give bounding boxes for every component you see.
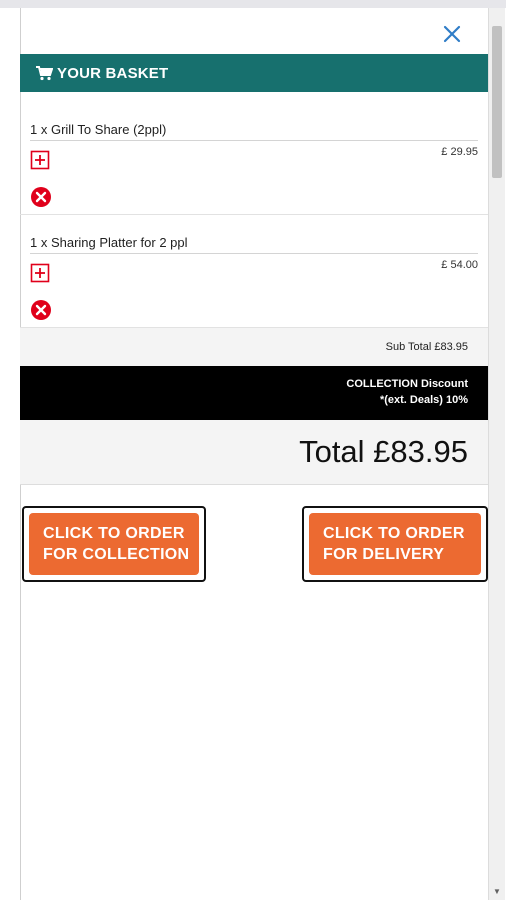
subtotal-row: Sub Total £83.95	[20, 328, 488, 366]
basket-header: YOUR BASKET	[20, 54, 488, 92]
total-row: Total £83.95	[20, 420, 488, 485]
order-delivery-line2: FOR DELIVERY	[323, 546, 445, 563]
remove-item-icon[interactable]	[30, 186, 52, 208]
discount-banner: COLLECTION Discount *(ext. Deals) 10%	[20, 366, 488, 420]
order-collection-line1: CLICK TO ORDER	[43, 525, 185, 542]
basket-item: 1 x Grill To Share (2ppl) £ 29.95	[20, 102, 488, 215]
total-text: Total £83.95	[299, 434, 468, 469]
scrollbar-thumb[interactable]	[492, 26, 502, 178]
order-collection-label[interactable]: CLICK TO ORDER FOR COLLECTION	[29, 513, 199, 575]
remove-item-icon[interactable]	[30, 299, 52, 321]
basket-item: 1 x Sharing Platter for 2 ppl £ 54.00	[20, 215, 488, 328]
add-quantity-icon[interactable]	[30, 150, 50, 170]
discount-title: COLLECTION Discount	[346, 378, 468, 390]
order-delivery-label[interactable]: CLICK TO ORDER FOR DELIVERY	[309, 513, 481, 575]
scrollbar[interactable]: ▼	[488, 8, 505, 900]
item-price: £ 29.95	[441, 146, 478, 158]
subtotal-text: Sub Total £83.95	[385, 341, 468, 353]
order-delivery-button[interactable]: CLICK TO ORDER FOR DELIVERY	[302, 506, 488, 582]
item-name: 1 x Grill To Share (2ppl)	[30, 122, 478, 141]
order-collection-button[interactable]: CLICK TO ORDER FOR COLLECTION	[22, 506, 206, 582]
item-name: 1 x Sharing Platter for 2 ppl	[30, 235, 478, 254]
order-delivery-line1: CLICK TO ORDER	[323, 525, 465, 542]
basket-title: YOUR BASKET	[57, 64, 169, 82]
add-quantity-icon[interactable]	[30, 263, 50, 283]
close-icon[interactable]	[440, 22, 464, 46]
scroll-down-arrow-icon[interactable]: ▼	[492, 887, 502, 897]
order-collection-line2: FOR COLLECTION	[43, 546, 190, 563]
cart-icon	[36, 65, 53, 81]
item-price: £ 54.00	[441, 259, 478, 271]
discount-detail: *(ext. Deals) 10%	[379, 394, 468, 406]
browser-top-bar	[0, 0, 506, 8]
